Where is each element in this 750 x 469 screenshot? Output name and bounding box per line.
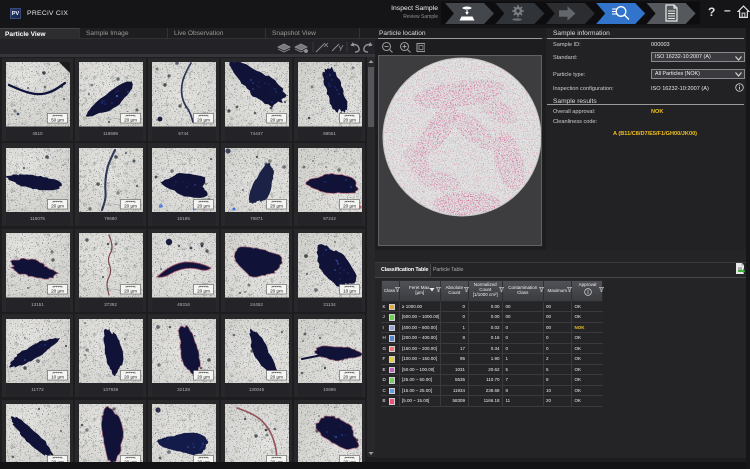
- svg-text:20 µm: 20 µm: [124, 203, 137, 208]
- svg-text:20 µm: 20 µm: [197, 203, 210, 208]
- svg-text:20 µm: 20 µm: [51, 203, 64, 208]
- svg-text:20 µm: 20 µm: [343, 374, 356, 379]
- svg-text:20 µm: 20 µm: [197, 374, 210, 379]
- svg-text:20 µm: 20 µm: [124, 289, 137, 294]
- svg-text:20 µm: 20 µm: [270, 289, 283, 294]
- svg-text:20 µm: 20 µm: [51, 289, 64, 294]
- svg-text:20 µm: 20 µm: [270, 203, 283, 208]
- svg-text:20 µm: 20 µm: [197, 289, 210, 294]
- svg-text:10 µm: 10 µm: [343, 289, 356, 294]
- svg-text:50 µm: 50 µm: [51, 118, 64, 123]
- svg-text:20 µm: 20 µm: [343, 203, 356, 208]
- svg-text:20 µm: 20 µm: [270, 374, 283, 379]
- svg-text:20 µm: 20 µm: [124, 118, 137, 123]
- svg-text:20 µm: 20 µm: [270, 118, 283, 123]
- svg-text:10 µm: 10 µm: [51, 374, 64, 379]
- svg-text:20 µm: 20 µm: [343, 118, 356, 123]
- svg-text:20 µm: 20 µm: [197, 118, 210, 123]
- svg-text:20 µm: 20 µm: [124, 374, 137, 379]
